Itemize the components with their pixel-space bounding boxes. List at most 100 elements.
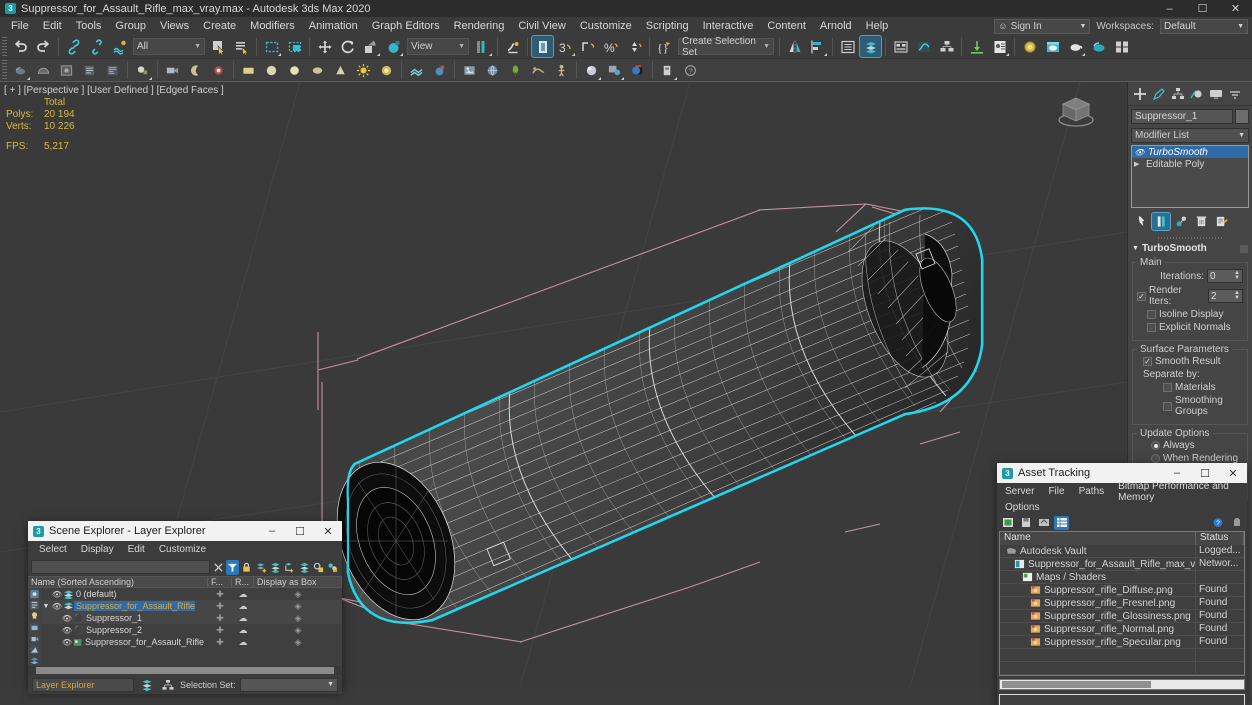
populate-crowd-icon[interactable]: [528, 60, 549, 81]
vray-light-lister-icon[interactable]: [79, 60, 100, 81]
scrollbar-thumb[interactable]: [36, 667, 334, 674]
layer-mode-button[interactable]: [138, 676, 155, 693]
scene-explorer-maximize-button[interactable]: ☐: [286, 521, 314, 541]
schematic-view-icon[interactable]: [936, 36, 957, 57]
asset-tracking-window[interactable]: 3 Asset Tracking – ☐ ✕ Server File Paths…: [997, 463, 1247, 705]
frozen-icon[interactable]: ✚: [208, 637, 232, 648]
viewcube[interactable]: [1053, 90, 1099, 130]
camera-tool-icon[interactable]: [29, 634, 40, 644]
renderable-icon[interactable]: ☁: [232, 637, 254, 648]
freeze-layer-button[interactable]: [312, 560, 324, 575]
column-display-as-box[interactable]: Display as Box: [254, 577, 342, 587]
material-preview-icon[interactable]: [627, 60, 648, 81]
render-iterative-icon[interactable]: [1065, 36, 1086, 57]
smoothing-groups-checkbox[interactable]: [1163, 401, 1172, 411]
spinner-arrows-icon[interactable]: [624, 36, 645, 57]
select-and-manipulate-icon[interactable]: [502, 36, 523, 57]
cylinder-primitive-icon[interactable]: [284, 60, 305, 81]
frozen-icon[interactable]: ✚: [208, 625, 232, 636]
menu-edit[interactable]: Edit: [121, 543, 152, 556]
menu-file[interactable]: File: [1041, 485, 1071, 498]
always-row[interactable]: Always: [1137, 440, 1243, 451]
material-sphere-icon[interactable]: [581, 60, 602, 81]
renderable-icon[interactable]: ☁: [232, 613, 254, 624]
scrollbar-thumb[interactable]: [1002, 681, 1151, 688]
menu-interactive[interactable]: Interactive: [696, 18, 761, 34]
table-row[interactable]: Suppressor_for_Assault_Rifle_max_vray.ma…: [1000, 558, 1244, 571]
display-as-box-icon[interactable]: ◈: [254, 589, 342, 600]
configure-modifier-sets-button[interactable]: [1212, 213, 1230, 230]
vray-render-settings-icon[interactable]: [102, 60, 123, 81]
object-name-field[interactable]: Suppressor_1: [1131, 109, 1233, 124]
spinner-arrows-icon[interactable]: ▲ ▼: [1234, 290, 1240, 301]
camera-icon[interactable]: [162, 60, 183, 81]
show-end-result-button[interactable]: [1151, 212, 1171, 231]
menu-paths[interactable]: Paths: [1072, 485, 1112, 498]
layers-tool-icon[interactable]: [29, 656, 40, 666]
menu-views[interactable]: Views: [153, 18, 196, 34]
redo-button[interactable]: [33, 36, 54, 57]
eye-icon[interactable]: 👁: [51, 602, 63, 611]
create-tab[interactable]: [1130, 84, 1149, 104]
space-warp-icon[interactable]: [429, 60, 450, 81]
select-and-rotate-icon[interactable]: [337, 36, 358, 57]
active-shade-icon[interactable]: [1088, 36, 1109, 57]
scene-explorer-tree[interactable]: 👁 0 (default) ✚ ☁ ◈ ▼ 👁 Suppressor_for_A…: [28, 588, 342, 666]
export-button[interactable]: [1036, 516, 1051, 530]
search-input[interactable]: [31, 560, 210, 574]
close-button[interactable]: ✕: [1219, 0, 1252, 17]
modify-tab[interactable]: [1149, 84, 1168, 104]
vray-teapot-icon[interactable]: [10, 60, 31, 81]
menu-bitmap-performance[interactable]: Bitmap Performance and Memory: [1111, 480, 1247, 504]
menu-options[interactable]: Options: [1001, 501, 1046, 514]
hierarchy-tool-icon[interactable]: [29, 600, 40, 610]
chevron-right-icon[interactable]: ▶: [1134, 160, 1143, 168]
select-object-icon[interactable]: [208, 36, 229, 57]
named-selection-set-dropdown[interactable]: Create Selection Set ▼: [678, 36, 774, 58]
utilities-tab[interactable]: [1225, 84, 1244, 104]
lock-button[interactable]: [241, 560, 253, 575]
render-iters-spinner[interactable]: 2 ▲ ▼: [1207, 289, 1243, 303]
explicit-normals-checkbox[interactable]: [1147, 323, 1156, 332]
tree-foliage-icon[interactable]: [505, 60, 526, 81]
menu-animation[interactable]: Animation: [302, 18, 365, 34]
helper-tool-icon[interactable]: [29, 645, 40, 655]
vray-dome-icon[interactable]: [33, 60, 54, 81]
column-name[interactable]: Name: [1000, 532, 1196, 545]
select-layer-button[interactable]: [298, 560, 310, 575]
spinner-arrows-icon[interactable]: ▲ ▼: [1234, 270, 1240, 281]
arnold-light-icon[interactable]: [132, 60, 153, 81]
modifier-stack-item-turbosmooth[interactable]: 👁 TurboSmooth: [1132, 146, 1248, 158]
table-row[interactable]: Suppressor_rifle_Normal.png Found: [1000, 623, 1244, 636]
menu-help[interactable]: Help: [859, 18, 896, 34]
particle-system-icon[interactable]: [406, 60, 427, 81]
display-as-box-icon[interactable]: ◈: [254, 637, 342, 648]
angle-snap-toggle-icon[interactable]: 3: [555, 36, 576, 57]
renderable-icon[interactable]: ☁: [232, 625, 254, 636]
modifier-list-dropdown[interactable]: Modifier List ▼: [1131, 128, 1249, 143]
spinner-snap-toggle-icon[interactable]: %: [601, 36, 622, 57]
list-view-button[interactable]: [1054, 515, 1069, 530]
maximize-button[interactable]: ☐: [1186, 0, 1219, 17]
column-renderable[interactable]: R...: [232, 577, 254, 587]
render-in-cloud-icon[interactable]: [1111, 36, 1132, 57]
sign-in-button[interactable]: ☺ Sign In ▼: [994, 18, 1091, 34]
filter-button[interactable]: [226, 559, 239, 575]
display-as-box-icon[interactable]: ◈: [254, 613, 342, 624]
minimize-button[interactable]: –: [1153, 0, 1186, 17]
sphere-primitive-icon[interactable]: [261, 60, 282, 81]
vray-frame-buffer-icon[interactable]: [56, 60, 77, 81]
select-and-link-icon[interactable]: [63, 36, 84, 57]
remove-modifier-button[interactable]: [1192, 213, 1210, 230]
make-unique-button[interactable]: [1172, 213, 1190, 230]
isoline-display-checkbox[interactable]: [1147, 310, 1156, 319]
clear-search-button[interactable]: [212, 560, 224, 575]
asset-browser-icon[interactable]: [459, 60, 480, 81]
material-explorer-icon[interactable]: [604, 60, 625, 81]
rollout-menu-icon[interactable]: [1240, 244, 1248, 253]
render-iters-checkbox[interactable]: ✓: [1137, 291, 1146, 301]
panel-drag-handle[interactable]: [1158, 234, 1222, 241]
use-pivot-point-center-icon[interactable]: [472, 36, 493, 57]
toolbar-grip[interactable]: [2, 60, 7, 80]
when-rendering-radio[interactable]: [1151, 454, 1160, 463]
